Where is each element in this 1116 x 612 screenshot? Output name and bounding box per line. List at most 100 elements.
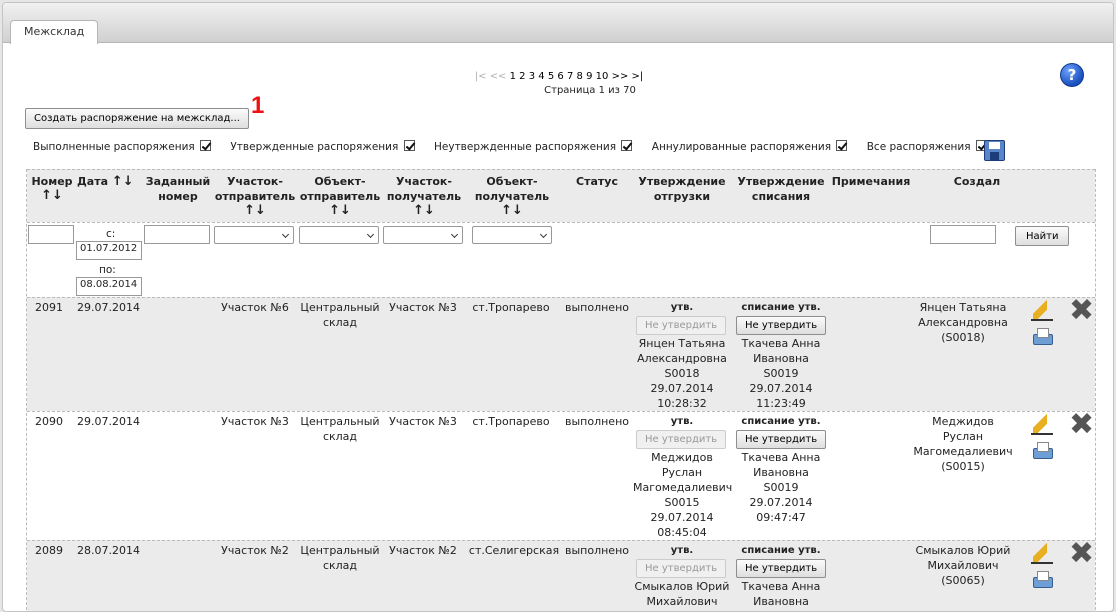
col-receiver-site[interactable]: Участок-получатель ↑↓: [383, 174, 465, 217]
date-from-label: с:: [106, 228, 116, 240]
sort-arrows-icon[interactable]: ↑↓: [383, 204, 465, 217]
pager-prev[interactable]: <<: [490, 71, 507, 82]
write-disapprove-button[interactable]: Не утвердить: [736, 430, 827, 449]
pager-page-9[interactable]: 9: [586, 71, 592, 82]
row-write-info: Ткачева Анна Ивановна S0019 29.07.2014 0…: [732, 450, 830, 525]
save-icon[interactable]: [984, 140, 1005, 161]
col-sender-object[interactable]: Объект-отправитель ↑↓: [298, 174, 382, 217]
pager-page-5[interactable]: 5: [548, 71, 554, 82]
print-icon[interactable]: [1031, 442, 1053, 460]
sort-arrows-icon[interactable]: ↑↓: [112, 174, 134, 189]
ship-disapprove-button[interactable]: Не утвердить: [636, 430, 727, 449]
creator-1: Смыкалов Юрий: [915, 544, 1011, 557]
find-button[interactable]: Найти: [1015, 226, 1070, 246]
sender-object-select[interactable]: [299, 226, 379, 244]
ship-info-2: Михайлович: [646, 595, 718, 608]
pager-last[interactable]: >|: [632, 71, 644, 82]
delete-icon[interactable]: ✖: [1069, 296, 1094, 326]
write-info-1: Ткачева Анна: [741, 580, 821, 593]
row-sender-object: Центральный склад: [298, 300, 382, 330]
row-sender-site: Участок №6: [221, 301, 289, 314]
filter-unapproved[interactable]: Неутвержденные распоряжения: [434, 140, 633, 153]
pager-page-3[interactable]: 3: [529, 71, 535, 82]
sender-site-select[interactable]: [214, 226, 294, 244]
edit-icon[interactable]: [1031, 414, 1053, 435]
ship-disapprove-button[interactable]: Не утвердить: [636, 559, 727, 578]
pager-page-7[interactable]: 7: [567, 71, 573, 82]
delete-icon[interactable]: ✖: [1069, 539, 1094, 569]
delete-icon[interactable]: ✖: [1069, 410, 1094, 440]
row-created-by: Смыкалов Юрий Михайлович (S0065): [903, 543, 1023, 588]
col-number[interactable]: Номер ↑↓: [30, 174, 74, 202]
col-write-label-2: списания: [751, 190, 811, 203]
table-header: Номер ↑↓ Дата ↑↓ Заданный номер Участок-от…: [27, 169, 1095, 222]
receiver-object-select[interactable]: [472, 226, 552, 244]
filter-cancelled-checkbox[interactable]: [836, 140, 848, 151]
ship-info-6: 08:45:04: [657, 526, 707, 539]
row-number: 2089: [35, 544, 63, 557]
pager-first[interactable]: |<: [475, 71, 487, 82]
pager-page-4[interactable]: 4: [538, 71, 544, 82]
filter-completed-checkbox[interactable]: [200, 140, 212, 151]
row-date: 29.07.2014: [77, 301, 140, 314]
edit-icon[interactable]: [1031, 300, 1053, 321]
pager-next[interactable]: >>: [612, 71, 629, 82]
ship-info-5: 29.07.2014: [650, 511, 714, 524]
sort-arrows-icon[interactable]: ↑↓: [213, 204, 297, 217]
col-recv-site-label-1: Участок-: [396, 175, 452, 188]
creator-3: (S0018): [941, 331, 985, 344]
filter-approved[interactable]: Утвержденные распоряжения: [230, 140, 415, 153]
ship-info-3: S0018: [664, 367, 700, 380]
receiver-site-select[interactable]: [383, 226, 463, 244]
row-ship-info: Смыкалов Юрий Михайлович: [633, 579, 731, 609]
filter-all[interactable]: Все распоряжения: [867, 140, 987, 153]
write-info-4: 29.07.2014: [749, 382, 813, 395]
write-info-1: Ткачева Анна: [741, 337, 821, 350]
ship-info-2: Руслан: [661, 466, 703, 479]
filter-cancelled-label: Аннулированные распоряжения: [651, 141, 832, 153]
pager-page-1[interactable]: 1: [510, 71, 516, 82]
assigned-number-filter-input[interactable]: [144, 225, 210, 244]
edit-icon[interactable]: [1031, 543, 1053, 564]
print-icon[interactable]: [1031, 328, 1053, 346]
create-order-button[interactable]: Создать распоряжение на межсклад...: [25, 108, 249, 129]
write-disapprove-button[interactable]: Не утвердить: [736, 316, 827, 335]
row-sender-object-1: Центральный: [300, 544, 380, 557]
row-write-status: списание утв.: [741, 302, 821, 313]
filter-cancelled[interactable]: Аннулированные распоряжения: [652, 140, 848, 153]
col-notes: Примечания: [831, 175, 911, 188]
row-write-status: списание утв.: [741, 545, 821, 556]
filter-completed[interactable]: Выполненные распоряжения: [33, 140, 212, 153]
ship-disapprove-button[interactable]: Не утвердить: [636, 316, 727, 335]
date-to-label: по:: [99, 264, 116, 276]
row-receiver-site: Участок №3: [389, 301, 457, 314]
date-to-input[interactable]: 08.08.2014: [76, 277, 142, 296]
creator-1: Янцен Татьяна: [919, 301, 1007, 314]
col-date[interactable]: Дата ↑↓: [77, 174, 141, 189]
filter-approved-checkbox[interactable]: [403, 140, 415, 151]
pager-page-6[interactable]: 6: [557, 71, 563, 82]
sort-arrows-icon[interactable]: ↑↓: [30, 189, 74, 202]
ship-info-4: 29.07.2014: [650, 382, 714, 395]
filter-all-label: Все распоряжения: [866, 141, 971, 153]
sort-arrows-icon[interactable]: ↑↓: [298, 204, 382, 217]
row-sender-site: Участок №3: [221, 415, 289, 428]
col-receiver-object[interactable]: Объект-получатель ↑↓: [468, 174, 556, 217]
col-number-label: Номер: [31, 175, 73, 188]
sort-arrows-icon[interactable]: ↑↓: [468, 204, 556, 217]
filter-unapproved-checkbox[interactable]: [621, 140, 633, 151]
number-filter-input[interactable]: [28, 225, 74, 244]
tab-mezhsklad[interactable]: Межсклад: [10, 20, 99, 44]
date-from-input[interactable]: 01.07.2012: [76, 241, 142, 260]
col-sender-site[interactable]: Участок-отправитель ↑↓: [213, 174, 297, 217]
orders-table: Номер ↑↓ Дата ↑↓ Заданный номер Участок-от…: [26, 169, 1096, 611]
row-ship-info: Меджидов Руслан Магомедалиевич S0015 29.…: [633, 450, 732, 540]
row-sender-object-2: склад: [322, 430, 358, 443]
created-by-filter-input[interactable]: [930, 225, 996, 244]
creator-3: Магомедалиевич: [913, 445, 1013, 458]
print-icon[interactable]: [1031, 571, 1053, 589]
pager-page-8[interactable]: 8: [577, 71, 583, 82]
pager-page-10[interactable]: 10: [596, 71, 609, 82]
pager-page-2[interactable]: 2: [519, 71, 525, 82]
write-disapprove-button[interactable]: Не утвердить: [736, 559, 827, 578]
